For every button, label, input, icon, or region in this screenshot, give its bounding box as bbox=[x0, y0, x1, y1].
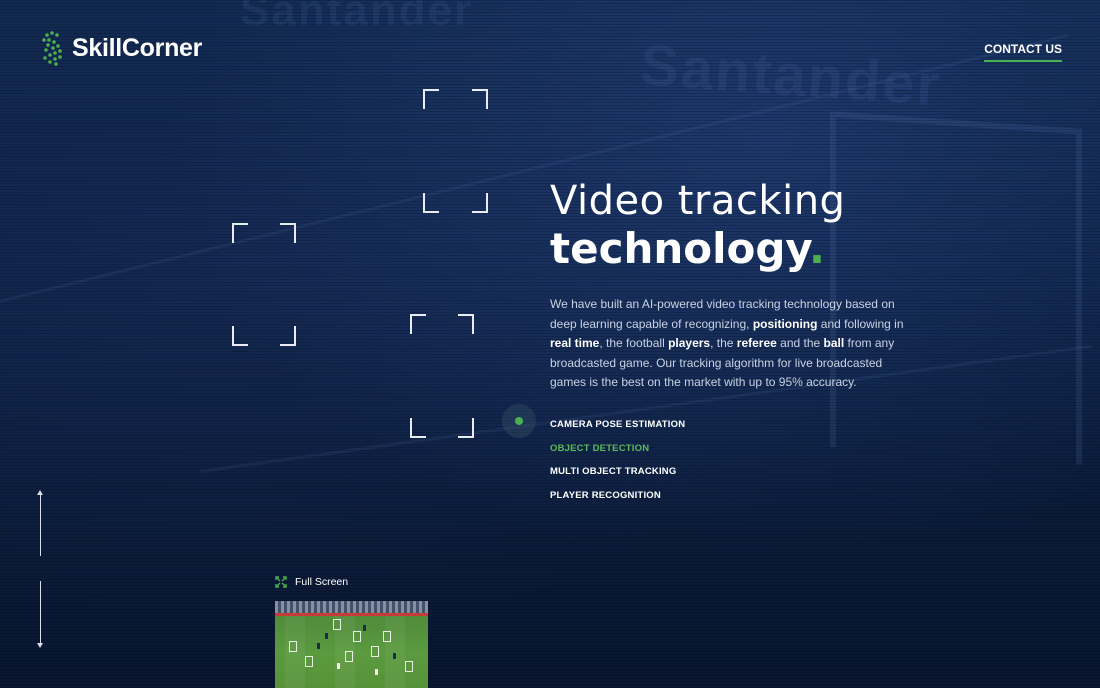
logo-text: SkillCorner bbox=[72, 33, 203, 62]
player bbox=[393, 653, 396, 659]
player bbox=[317, 643, 320, 649]
player-box bbox=[383, 631, 391, 642]
active-feature-indicator bbox=[502, 404, 536, 438]
scroll-track-bottom bbox=[40, 581, 41, 643]
contact-us-link[interactable]: CONTACT US bbox=[984, 42, 1062, 62]
desc-text: , the football bbox=[599, 336, 669, 350]
bracket-corner bbox=[423, 193, 439, 213]
feature-player-recognition[interactable]: PLAYER RECOGNITION bbox=[550, 489, 685, 513]
thumb-stands bbox=[275, 601, 428, 613]
bracket-corner bbox=[458, 314, 474, 334]
player-box bbox=[345, 651, 353, 662]
bracket-corner bbox=[280, 326, 296, 346]
bracket-corner bbox=[410, 418, 426, 438]
desc-bold: positioning bbox=[752, 316, 818, 331]
arrow-down-icon[interactable] bbox=[37, 643, 43, 648]
bracket-corner bbox=[232, 223, 248, 243]
desc-bold: referee bbox=[736, 336, 777, 350]
desc-text: and the bbox=[776, 336, 824, 350]
player-box bbox=[289, 641, 297, 652]
player-box bbox=[333, 619, 341, 630]
hero-title: Video tracking technology. bbox=[550, 178, 845, 274]
player-box bbox=[371, 646, 379, 657]
player-box bbox=[305, 656, 313, 667]
feature-camera-pose-estimation[interactable]: CAMERA POSE ESTIMATION bbox=[550, 418, 685, 442]
thumb-pitch-stripe bbox=[285, 616, 305, 688]
player bbox=[325, 633, 328, 639]
desc-text: , the bbox=[710, 336, 737, 350]
feature-object-detection[interactable]: OBJECT DETECTION bbox=[550, 442, 685, 466]
player bbox=[363, 625, 366, 631]
thumb-pitch-stripe bbox=[385, 616, 405, 688]
sponsor-banner-top: Santander bbox=[240, 0, 474, 35]
scroll-track-top bbox=[40, 494, 41, 556]
player-box bbox=[405, 661, 413, 672]
logo[interactable]: SkillCorner bbox=[38, 30, 202, 66]
fullscreen-button[interactable]: Full Screen bbox=[275, 576, 348, 588]
desc-bold: real time bbox=[550, 336, 600, 350]
hero-description: We have built an AI-powered video tracki… bbox=[550, 295, 910, 393]
desc-bold: players bbox=[668, 336, 711, 350]
player-box bbox=[353, 631, 361, 642]
bracket-corner bbox=[232, 326, 248, 346]
expand-icon bbox=[275, 576, 287, 588]
bracket-corner bbox=[280, 223, 296, 243]
player bbox=[375, 669, 378, 675]
desc-bold: ball bbox=[823, 336, 845, 350]
hero-title-light: Video tracking bbox=[550, 178, 846, 224]
bracket-corner bbox=[472, 89, 488, 109]
feature-list: CAMERA POSE ESTIMATION OBJECT DETECTION … bbox=[550, 418, 685, 512]
bracket-corner bbox=[458, 418, 474, 438]
bracket-corner bbox=[472, 193, 488, 213]
skillcorner-logo-icon bbox=[42, 31, 62, 66]
hero-title-dot: . bbox=[808, 224, 825, 273]
indicator-dot bbox=[515, 417, 523, 425]
player bbox=[337, 663, 340, 669]
fullscreen-label: Full Screen bbox=[295, 576, 349, 588]
desc-text: and following in bbox=[817, 316, 904, 331]
hero-title-bold-text: technology bbox=[550, 224, 809, 273]
bracket-corner bbox=[423, 89, 439, 109]
bracket-corner bbox=[410, 314, 426, 334]
hero-title-bold: technology. bbox=[550, 224, 845, 274]
goal-frame bbox=[830, 111, 1082, 465]
video-thumbnail[interactable] bbox=[275, 601, 428, 688]
feature-multi-object-tracking[interactable]: MULTI OBJECT TRACKING bbox=[550, 465, 685, 489]
